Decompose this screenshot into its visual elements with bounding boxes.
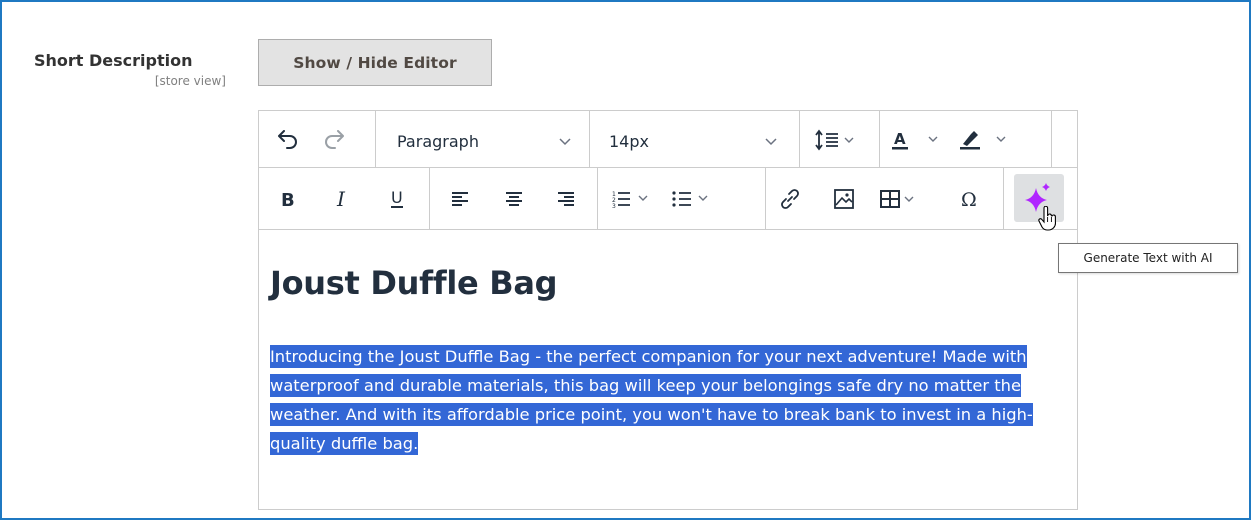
svg-text:I: I — [336, 188, 346, 210]
block-format-select[interactable]: Paragraph — [397, 132, 479, 151]
align-left-icon[interactable] — [445, 184, 475, 214]
image-icon[interactable] — [829, 184, 859, 214]
bold-icon[interactable]: B — [273, 184, 303, 214]
hand-cursor-icon — [1038, 206, 1056, 231]
numbered-list-icon[interactable]: 1 2 3 — [611, 184, 665, 214]
font-size-select[interactable]: 14px — [609, 132, 649, 151]
selected-text[interactable]: Introducing the Joust Duffle Bag - the p… — [270, 345, 1033, 455]
redo-icon[interactable] — [319, 125, 349, 155]
highlight-color-icon[interactable] — [959, 125, 1021, 155]
special-character-icon[interactable]: Ω — [955, 184, 985, 214]
chevron-down-icon — [765, 132, 777, 151]
text-color-icon[interactable]: A — [891, 125, 951, 155]
underline-icon[interactable]: U — [383, 184, 413, 214]
toolbar-row-1: Paragraph 14px A — [259, 111, 1077, 168]
italic-icon[interactable]: I — [329, 184, 359, 214]
link-icon[interactable] — [775, 184, 805, 214]
svg-text:U: U — [391, 188, 403, 207]
svg-text:Ω: Ω — [961, 189, 977, 210]
svg-text:B: B — [281, 190, 295, 210]
chevron-down-icon — [559, 132, 571, 151]
svg-text:3: 3 — [612, 203, 616, 209]
show-hide-editor-button[interactable]: Show / Hide Editor — [258, 39, 492, 86]
align-center-icon[interactable] — [499, 184, 529, 214]
content-heading[interactable]: Joust Duffle Bag — [270, 264, 558, 302]
svg-text:A: A — [894, 130, 906, 148]
line-height-icon[interactable] — [813, 125, 861, 155]
undo-icon[interactable] — [273, 125, 303, 155]
toolbar-row-2: B I U 1 2 3 Ω — [259, 168, 1077, 231]
field-label: Short Description — [34, 51, 193, 70]
content-paragraph[interactable]: Introducing the Joust Duffle Bag - the p… — [270, 342, 1070, 458]
table-icon[interactable] — [879, 184, 935, 214]
align-right-icon[interactable] — [551, 184, 581, 214]
ai-tooltip: Generate Text with AI — [1058, 243, 1238, 273]
store-view-scope: [store view] — [154, 74, 226, 88]
bullet-list-icon[interactable] — [671, 184, 725, 214]
